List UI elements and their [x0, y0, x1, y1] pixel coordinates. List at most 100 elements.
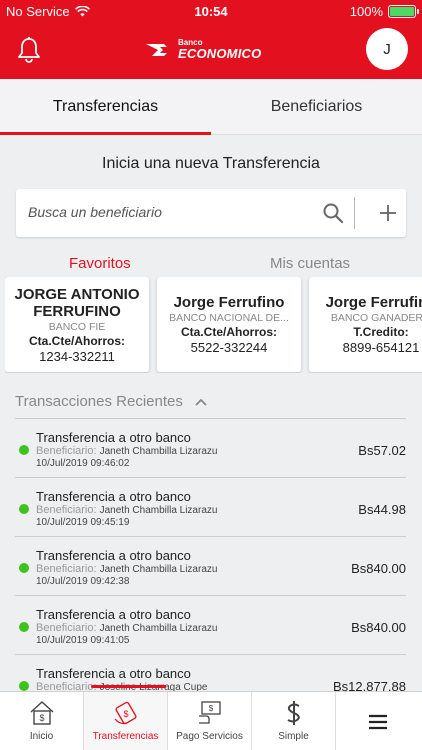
nav-label: Pago Servicios [176, 731, 243, 742]
transactions-list: Transferencia a otro banco Beneficiario:… [15, 419, 406, 691]
section-title: Inicia una nueva Transferencia [102, 155, 320, 172]
transaction-row[interactable]: Transferencia a otro banco Beneficiario:… [15, 655, 406, 691]
transaction-amount: Bs840.00 [351, 620, 406, 635]
transaction-date: 10/Jul/2019 09:42:38 [36, 576, 130, 587]
beneficiary-label: Beneficiario: [36, 622, 97, 634]
favorite-name: Jorge Ferrufino [325, 294, 422, 311]
nav-label: Simple [278, 731, 309, 742]
svg-text:$: $ [208, 704, 213, 713]
transaction-amount: Bs12,877.88 [332, 679, 406, 691]
svg-text:$: $ [39, 713, 44, 723]
favorite-name: JORGE ANTONIO [14, 286, 140, 303]
subtab-favoritos[interactable]: Favoritos [69, 255, 131, 272]
scroll-indicator [91, 685, 166, 688]
menu-icon [369, 714, 387, 730]
bill-payment-icon: $ [198, 701, 221, 724]
transaction-title: Transferencia a otro banco [36, 607, 191, 622]
beneficiary-label: Beneficiario: [36, 681, 97, 691]
status-dot [19, 504, 29, 514]
battery-percent: 100% [349, 4, 383, 19]
bank-logo-mark-icon [146, 43, 171, 56]
beneficiary-name: Janeth Chambilla Lizarazu [99, 505, 218, 516]
home-icon: $ [30, 701, 53, 725]
favorite-name-line2: FERRUFINO [33, 303, 121, 320]
dollar-icon [286, 701, 300, 725]
search-box [16, 189, 406, 237]
beneficiary-name: Janeth Chambilla Lizarazu [99, 564, 218, 575]
tab-beneficiarios[interactable]: Beneficiarios [211, 79, 422, 135]
transaction-row[interactable]: Transferencia a otro banco Beneficiario:… [15, 537, 406, 596]
nav-label: Inicio [29, 731, 54, 742]
transaction-date: 10/Jul/2019 09:41:05 [36, 635, 130, 646]
transaction-amount: Bs840.00 [351, 561, 406, 576]
recent-transactions-title: Transacciones Recientes [15, 393, 183, 410]
beneficiary-label: Beneficiario: [36, 445, 97, 457]
nav-simple[interactable]: Simple [252, 692, 336, 750]
transaction-amount: Bs44.98 [358, 502, 406, 517]
favorite-account-number: 5522-332244 [190, 340, 268, 355]
favorite-account-type: Cta.Cte/Ahorros: [28, 334, 125, 348]
beneficiary-name: Janeth Chambilla Lizarazu [99, 623, 218, 634]
favorites-carousel: JORGE ANTONIO FERRUFINO BANCO FIE Cta.Ct… [5, 277, 422, 373]
transaction-title: Transferencia a otro banco [36, 666, 191, 681]
beneficiary-name: Janeth Chambilla Lizarazu [99, 446, 218, 457]
transaction-beneficiary-line: Beneficiario: Janeth Chambilla Lizarazu [36, 504, 217, 516]
favorites-subtabs: Favoritos Mis cuentas [0, 255, 422, 275]
status-bar: No Service 10:54 100% [0, 0, 422, 22]
transfer-icon: $ [114, 701, 137, 725]
svg-text:$: $ [123, 709, 128, 719]
favorite-card[interactable]: JORGE ANTONIO FERRUFINO BANCO FIE Cta.Ct… [5, 277, 149, 372]
transaction-title: Transferencia a otro banco [36, 430, 191, 445]
status-dot [19, 563, 29, 573]
favorite-account-number: 8899-654121 [342, 340, 420, 355]
transaction-date: 10/Jul/2019 09:46:02 [36, 458, 130, 469]
transaction-beneficiary-line: Beneficiario: Janeth Chambilla Lizarazu [36, 445, 217, 457]
transaction-title: Transferencia a otro banco [36, 548, 191, 563]
transaction-title: Transferencia a otro banco [36, 489, 191, 504]
favorite-bank: BANCO GANADERO [330, 312, 422, 324]
transaction-beneficiary-line: Beneficiario: Janeth Chambilla Lizarazu [36, 622, 217, 634]
nav-label: Transferencias [92, 731, 159, 742]
transaction-row[interactable]: Transferencia a otro banco Beneficiario:… [15, 596, 406, 655]
search-divider [354, 197, 355, 229]
brand-name: ECONOMICO [178, 46, 262, 61]
favorite-account-number: 1234-332211 [39, 349, 115, 364]
chevron-up-icon[interactable] [195, 398, 207, 406]
favorite-account-type: T.Credito: [353, 325, 409, 339]
status-dot [19, 681, 29, 691]
app-header: Banco ECONOMICO J [0, 22, 422, 79]
search-icon[interactable] [322, 202, 344, 224]
favorite-card[interactable]: Jorge Ferrufino BANCO GANADERO T.Credito… [309, 277, 422, 372]
transaction-row[interactable]: Transferencia a otro banco Beneficiario:… [15, 478, 406, 537]
active-tab-indicator [0, 132, 211, 135]
favorite-card[interactable]: Jorge Ferrufino BANCO NACIONAL DE... Cta… [157, 277, 301, 372]
search-input[interactable] [28, 199, 318, 225]
nav-transferencias[interactable]: $ Transferencias [84, 692, 168, 750]
nav-pago-servicios[interactable]: $ Pago Servicios [168, 692, 252, 750]
status-dot [19, 445, 29, 455]
status-dot [19, 622, 29, 632]
transaction-amount: Bs57.02 [358, 443, 406, 458]
beneficiary-label: Beneficiario: [36, 563, 97, 575]
favorite-bank: BANCO FIE [48, 321, 106, 333]
status-right: 100% [349, 4, 419, 19]
avatar[interactable]: J [366, 28, 408, 70]
transaction-row[interactable]: Transferencia a otro banco Beneficiario:… [15, 419, 406, 478]
brand-logo: Banco ECONOMICO [146, 39, 261, 60]
bell-icon[interactable] [16, 36, 42, 64]
favorite-account-type: Cta.Cte/Ahorros: [180, 325, 277, 339]
tab-transferencias[interactable]: Transferencias [0, 79, 211, 135]
battery-icon [388, 5, 419, 18]
subtab-mis-cuentas[interactable]: Mis cuentas [270, 255, 350, 272]
nav-menu[interactable] [336, 692, 420, 750]
beneficiary-label: Beneficiario: [36, 504, 97, 516]
bottom-nav: $ Inicio $ Transferencias $ Pago Servici… [0, 691, 422, 750]
add-beneficiary-icon[interactable] [377, 202, 399, 224]
recent-transactions-header[interactable]: Transacciones Recientes [15, 393, 207, 410]
transaction-beneficiary-line: Beneficiario: Janeth Chambilla Lizarazu [36, 563, 217, 575]
nav-inicio[interactable]: $ Inicio [0, 692, 84, 750]
favorite-name: Jorge Ferrufino [173, 294, 285, 311]
transaction-date: 10/Jul/2019 09:45:19 [36, 517, 130, 528]
top-tabs: Transferencias Beneficiarios [0, 79, 422, 135]
favorite-bank: BANCO NACIONAL DE... [169, 312, 289, 324]
